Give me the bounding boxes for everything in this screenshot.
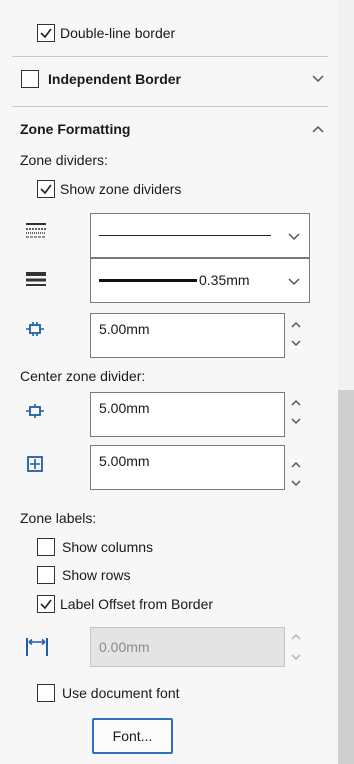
center-vertical-icon <box>27 456 43 472</box>
show-columns-label: Show columns <box>62 539 154 555</box>
show-rows-checkbox[interactable] <box>37 566 55 584</box>
divider-spacing-value: 5.00mm <box>99 321 150 337</box>
show-zone-dividers-label: Show zone dividers <box>60 181 182 197</box>
label-offset-label: Label Offset from Border <box>60 596 214 612</box>
scrollbar-thumb[interactable] <box>338 390 354 764</box>
independent-border-checkbox[interactable] <box>21 70 39 88</box>
offset-icon <box>26 638 48 656</box>
chevron-down-icon[interactable] <box>287 277 301 287</box>
zone-formatting-title: Zone Formatting <box>20 121 131 137</box>
divider <box>12 56 328 57</box>
divider-spacing-input[interactable]: 5.00mm <box>90 313 285 358</box>
double-line-border-label: Double-line border <box>60 25 176 41</box>
use-document-font-label: Use document font <box>62 685 180 701</box>
chevron-up-icon[interactable] <box>311 124 325 134</box>
spinner-arrows-icon[interactable] <box>289 630 303 664</box>
zone-labels-label: Zone labels: <box>20 510 97 526</box>
center-horizontal-value: 5.00mm <box>99 400 150 416</box>
double-line-border-checkbox[interactable] <box>37 24 55 42</box>
chevron-down-icon[interactable] <box>287 232 301 242</box>
label-offset-checkbox[interactable] <box>37 595 55 613</box>
font-button[interactable]: Font... <box>92 718 173 754</box>
center-zone-divider-label: Center zone divider: <box>20 368 146 384</box>
center-vertical-value: 5.00mm <box>99 453 150 469</box>
spacing-icon <box>26 322 44 336</box>
line-weight-preview <box>99 279 197 282</box>
show-zone-dividers-checkbox[interactable] <box>37 180 55 198</box>
chevron-down-icon[interactable] <box>311 74 325 84</box>
line-weight-dropdown[interactable]: 0.35mm <box>90 258 310 303</box>
spinner-arrows-icon[interactable] <box>289 318 303 350</box>
center-vertical-input[interactable]: 5.00mm <box>90 445 285 490</box>
offset-value: 0.00mm <box>99 639 150 655</box>
center-horizontal-icon <box>26 404 44 418</box>
zone-dividers-label: Zone dividers: <box>20 152 108 168</box>
line-style-icon <box>26 223 46 238</box>
spinner-arrows-icon[interactable] <box>289 396 303 428</box>
checkmark-icon <box>40 184 52 195</box>
divider <box>12 106 328 107</box>
independent-border-label: Independent Border <box>48 71 182 87</box>
checkmark-icon <box>40 28 52 39</box>
line-weight-value: 0.35mm <box>199 272 250 288</box>
spinner-arrows-icon[interactable] <box>289 454 303 490</box>
show-columns-checkbox[interactable] <box>37 538 55 556</box>
line-style-dropdown[interactable] <box>90 213 310 258</box>
use-document-font-checkbox[interactable] <box>37 684 55 702</box>
center-horizontal-input[interactable]: 5.00mm <box>90 392 285 437</box>
show-rows-label: Show rows <box>62 567 131 583</box>
line-style-preview <box>99 235 271 236</box>
line-weight-icon <box>26 272 46 286</box>
offset-input[interactable]: 0.00mm <box>90 627 285 667</box>
checkmark-icon <box>40 599 52 610</box>
